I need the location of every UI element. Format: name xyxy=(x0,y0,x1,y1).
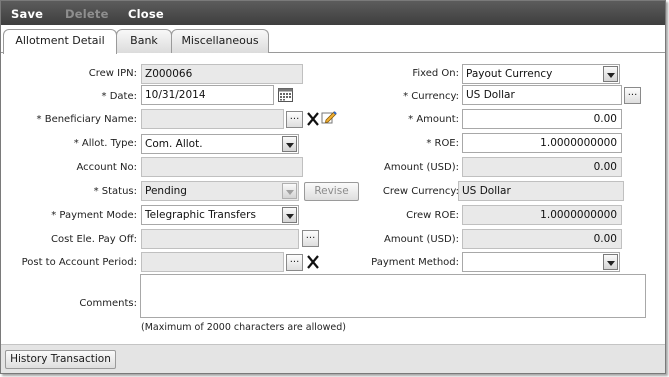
crew-roe-label: Crew ROE: xyxy=(406,210,459,221)
roe-label: * ROE: xyxy=(426,138,459,149)
cost-ele-pay-off-label: Cost Ele. Pay Off: xyxy=(51,234,137,245)
comments-label: Comments: xyxy=(79,298,137,309)
tab-bank[interactable]: Bank xyxy=(116,29,172,53)
payment-mode-label: * Payment Mode: xyxy=(51,210,137,221)
beneficiary-name-label: * Beneficiary Name: xyxy=(36,114,137,125)
currency-lookup-button[interactable]: ... xyxy=(624,87,641,104)
date-input[interactable]: 10/31/2014 xyxy=(141,85,274,105)
tab-allotment-detail[interactable]: Allotment Detail xyxy=(3,29,117,54)
clear-x-icon[interactable] xyxy=(306,111,320,130)
delete-button: Delete xyxy=(65,7,109,21)
account-no-label: Account No: xyxy=(76,162,137,173)
payment-mode-select[interactable]: Telegraphic Transfers xyxy=(141,205,299,225)
allotment-detail-panel: Crew IPN: Z000066 * Date: 10/31/2014 * B… xyxy=(2,53,664,343)
status-value: Pending xyxy=(145,185,187,197)
fixed-on-label: Fixed On: xyxy=(412,68,459,79)
cost-ele-lookup-button[interactable]: ... xyxy=(302,230,319,247)
amount-input[interactable]: 0.00 xyxy=(462,109,622,129)
clear-x-icon[interactable] xyxy=(306,254,320,273)
payment-mode-value: Telegraphic Transfers xyxy=(145,209,256,221)
post-account-period-field xyxy=(141,252,284,272)
comments-hint: (Maximum of 2000 characters are allowed) xyxy=(141,322,347,333)
chevron-down-icon[interactable] xyxy=(282,136,297,152)
amount-label: * Amount: xyxy=(408,114,459,125)
footer-bar: History Transaction xyxy=(1,344,665,373)
allot-type-select[interactable]: Com. Allot. xyxy=(141,134,299,154)
crew-currency-label: Crew Currency: xyxy=(382,186,459,197)
crew-ipn-field: Z000066 xyxy=(141,64,303,84)
date-label: * Date: xyxy=(101,91,137,102)
calendar-icon[interactable] xyxy=(278,88,293,105)
allotment-window: Save Delete Close Allotment Detail Bank … xyxy=(0,0,666,374)
currency-label: * Currency: xyxy=(403,91,459,102)
chevron-down-icon[interactable] xyxy=(603,254,618,270)
fixed-on-value: Payout Currency xyxy=(466,68,553,80)
comments-textarea[interactable] xyxy=(140,274,646,318)
payment-method-select[interactable] xyxy=(462,252,620,272)
beneficiary-lookup-button[interactable]: ... xyxy=(286,111,303,128)
allot-type-label: * Allot. Type: xyxy=(73,138,137,149)
crew-currency-field: US Dollar xyxy=(458,181,624,201)
toolbar: Save Delete Close xyxy=(1,1,665,25)
allot-type-value: Com. Allot. xyxy=(145,138,203,150)
beneficiary-name-field xyxy=(141,109,284,129)
chevron-down-icon[interactable] xyxy=(603,66,618,82)
currency-field[interactable]: US Dollar xyxy=(462,85,622,105)
close-button[interactable]: Close xyxy=(128,7,164,21)
chevron-down-icon xyxy=(282,183,297,199)
edit-pencil-icon[interactable] xyxy=(321,109,337,128)
amount-usd-2-label: Amount (USD): xyxy=(383,234,459,245)
history-transaction-button[interactable]: History Transaction xyxy=(5,350,116,369)
post-account-period-label: Post to Account Period: xyxy=(21,257,137,268)
tab-miscellaneous[interactable]: Miscellaneous xyxy=(171,29,269,53)
roe-input[interactable]: 1.0000000000 xyxy=(462,133,622,153)
cost-ele-pay-off-field xyxy=(141,229,299,249)
fixed-on-select[interactable]: Payout Currency xyxy=(462,64,620,84)
post-period-lookup-button[interactable]: ... xyxy=(286,254,303,271)
account-no-field xyxy=(141,157,303,177)
crew-ipn-label: Crew IPN: xyxy=(88,68,137,79)
payment-method-label: Payment Method: xyxy=(371,257,459,268)
status-label: * Status: xyxy=(93,186,137,197)
amount-usd-label: Amount (USD): xyxy=(383,162,459,173)
revise-button: Revise xyxy=(304,182,359,201)
amount-usd-field: 0.00 xyxy=(462,157,622,177)
save-button[interactable]: Save xyxy=(11,7,43,21)
chevron-down-icon[interactable] xyxy=(282,207,297,223)
amount-usd-2-field: 0.00 xyxy=(462,229,622,249)
crew-roe-field: 1.0000000000 xyxy=(462,205,622,225)
status-select: Pending xyxy=(141,181,299,201)
